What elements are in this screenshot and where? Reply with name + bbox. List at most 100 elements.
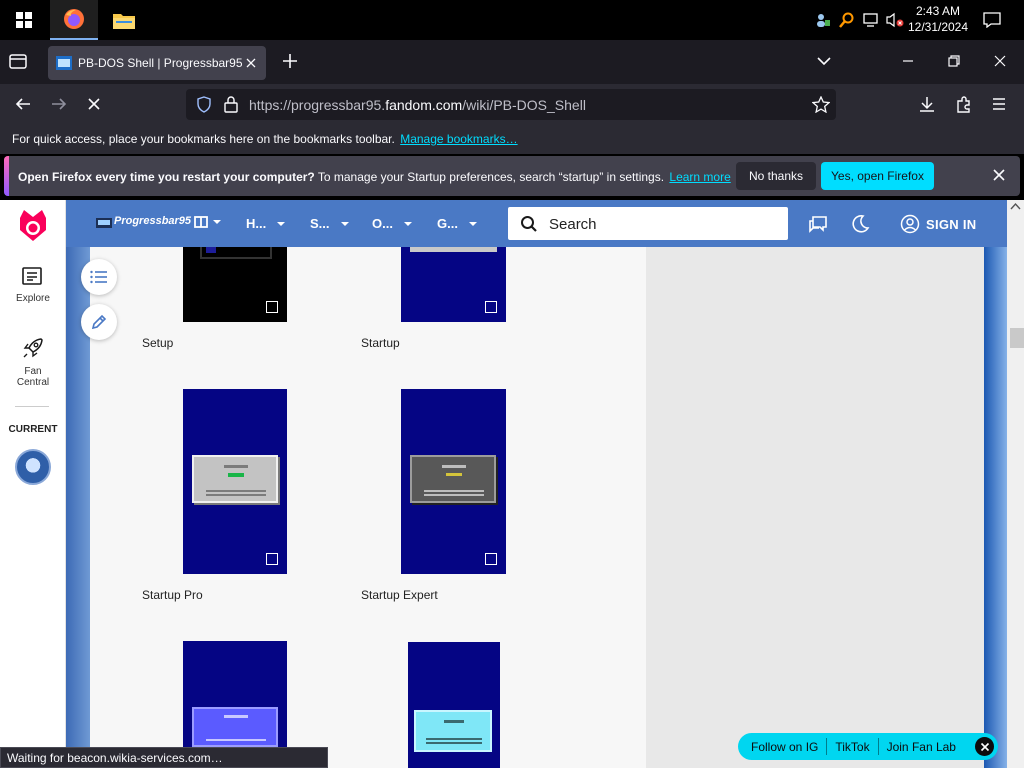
page-scrollbar[interactable]: [1007, 200, 1024, 768]
taskbar-firefox[interactable]: [50, 0, 98, 40]
puzzle-icon: [957, 96, 970, 113]
gallery-thumb-startup-pro[interactable]: [183, 389, 287, 574]
clock-date: 12/31/2024: [907, 20, 969, 34]
gallery-thumb-setup[interactable]: [183, 247, 287, 322]
firefox-view-icon: [9, 54, 27, 69]
list-all-tabs-button[interactable]: [816, 54, 832, 72]
explore-link[interactable]: Explore: [0, 266, 66, 304]
close-window-button[interactable]: [992, 54, 1008, 73]
windows-taskbar: 2:43 AM 12/31/2024: [0, 0, 1024, 40]
volume-muted-icon[interactable]: [884, 0, 906, 40]
nav-home-dropdown[interactable]: [194, 215, 222, 229]
thumb-dialog: [192, 707, 278, 747]
restore-button[interactable]: [946, 54, 962, 73]
status-panel: Waiting for beacon.wikia-services.com…: [0, 747, 328, 768]
fan-central-label: Fan Central: [16, 366, 50, 388]
url-text[interactable]: https://progressbar95.fandom.com/wiki/PB…: [249, 97, 586, 113]
thumb-dialog: [410, 247, 497, 252]
search-box[interactable]: Search: [508, 207, 788, 240]
scrollbar-thumb[interactable]: [1010, 328, 1024, 348]
chevron-down-icon: [277, 221, 286, 226]
start-button[interactable]: [0, 0, 48, 40]
url-bar[interactable]: https://progressbar95.fandom.com/wiki/PB…: [186, 89, 836, 120]
discussions-button[interactable]: [808, 214, 828, 239]
url-prefix: https://progressbar95.: [249, 97, 386, 113]
favicon-icon: [56, 56, 72, 70]
bookmark-star-icon[interactable]: [812, 96, 830, 113]
join-fan-lab-link[interactable]: Join Fan Lab: [887, 740, 956, 754]
download-icon: [920, 97, 934, 112]
no-thanks-button[interactable]: No thanks: [736, 162, 816, 190]
search-tray-icon[interactable]: [836, 0, 858, 40]
sign-in-button[interactable]: SIGN IN: [900, 214, 977, 234]
close-tab-icon[interactable]: [244, 56, 258, 70]
network-icon[interactable]: [860, 0, 882, 40]
current-label: CURRENT: [8, 424, 58, 435]
progressbar95-logo-icon: [96, 218, 112, 228]
forward-arrow-icon: [52, 98, 67, 110]
nav-item-1[interactable]: H...: [246, 216, 286, 231]
gallery-caption-startup: Startup: [361, 336, 400, 350]
page-background-right: [984, 247, 1007, 768]
rail-divider: [15, 406, 49, 407]
url-path: /wiki/PB-DOS_Shell: [462, 97, 586, 113]
search-icon: [521, 216, 537, 232]
follow-ig-link[interactable]: Follow on IG: [751, 740, 818, 754]
lock-icon[interactable]: [224, 96, 238, 113]
expand-icon: [485, 301, 497, 313]
fandom-global-rail: Explore Fan Central CURRENT: [0, 200, 66, 768]
close-notification-button[interactable]: [992, 168, 1006, 185]
dark-mode-toggle[interactable]: [850, 214, 870, 239]
new-tab-button[interactable]: [280, 51, 300, 71]
toc-button[interactable]: [81, 259, 117, 295]
app-menu-button[interactable]: [991, 96, 1007, 117]
scroll-up-icon[interactable]: [1007, 200, 1024, 214]
forward-button[interactable]: [50, 96, 68, 117]
back-button[interactable]: [14, 96, 32, 117]
minimize-icon: [903, 60, 913, 62]
nav-item-3-label: O...: [372, 216, 393, 231]
learn-more-link[interactable]: Learn more: [669, 170, 730, 184]
current-wiki-avatar[interactable]: [15, 449, 51, 485]
clock[interactable]: 2:43 AM 12/31/2024: [906, 3, 970, 35]
edit-button[interactable]: [81, 304, 117, 340]
taskbar-file-explorer[interactable]: [100, 0, 148, 40]
chevron-down-icon: [468, 221, 477, 226]
yes-open-firefox-button[interactable]: Yes, open Firefox: [821, 162, 934, 190]
gallery-thumb-startup[interactable]: [401, 247, 506, 322]
gallery-caption-startup-pro: Startup Pro: [142, 588, 203, 602]
fandom-heart-logo-icon: [20, 210, 46, 241]
close-social-button[interactable]: [975, 737, 994, 756]
tracking-protection-shield-icon[interactable]: [196, 96, 212, 113]
notification-text: To manage your Startup preferences, sear…: [317, 170, 665, 184]
thumb-dialog: [414, 710, 492, 752]
nav-item-4-label: G...: [437, 216, 458, 231]
fandom-logo[interactable]: [18, 208, 48, 247]
pencil-icon: [91, 314, 107, 330]
bookmarks-toolbar: For quick access, place your bookmarks h…: [0, 126, 1024, 154]
explore-icon: [22, 267, 42, 285]
discussions-icon: [809, 216, 827, 233]
people-tray-icon[interactable]: [812, 0, 834, 40]
nav-item-1-label: H...: [246, 216, 267, 231]
downloads-button[interactable]: [918, 95, 936, 118]
bookmarks-hint: For quick access, place your bookmarks h…: [12, 132, 395, 146]
tiktok-link[interactable]: TikTok: [835, 740, 869, 754]
nav-item-3[interactable]: O...: [372, 216, 413, 231]
extensions-button[interactable]: [955, 95, 973, 118]
minimize-button[interactable]: [900, 54, 916, 72]
gallery-thumb-startup-expert[interactable]: [401, 389, 506, 574]
community-header: Progressbar95 H... S... O... G... Search: [66, 200, 1007, 247]
firefox-view-button[interactable]: [8, 52, 28, 75]
action-center-button[interactable]: [976, 0, 1008, 40]
manage-bookmarks-link[interactable]: Manage bookmarks…: [400, 132, 517, 146]
tab-active[interactable]: PB-DOS Shell | Progressbar95 W: [48, 46, 266, 80]
gallery-thumb-6[interactable]: [408, 642, 500, 768]
gallery-caption-setup: Setup: [142, 336, 174, 350]
nav-item-4[interactable]: G...: [437, 216, 478, 231]
nav-item-2[interactable]: S...: [310, 216, 350, 231]
startup-notification-bar: Open Firefox every time you restart your…: [4, 156, 1020, 196]
stop-button[interactable]: [86, 96, 102, 117]
fan-central-link[interactable]: Fan Central: [0, 336, 66, 388]
community-logo[interactable]: Progressbar95: [96, 213, 191, 233]
